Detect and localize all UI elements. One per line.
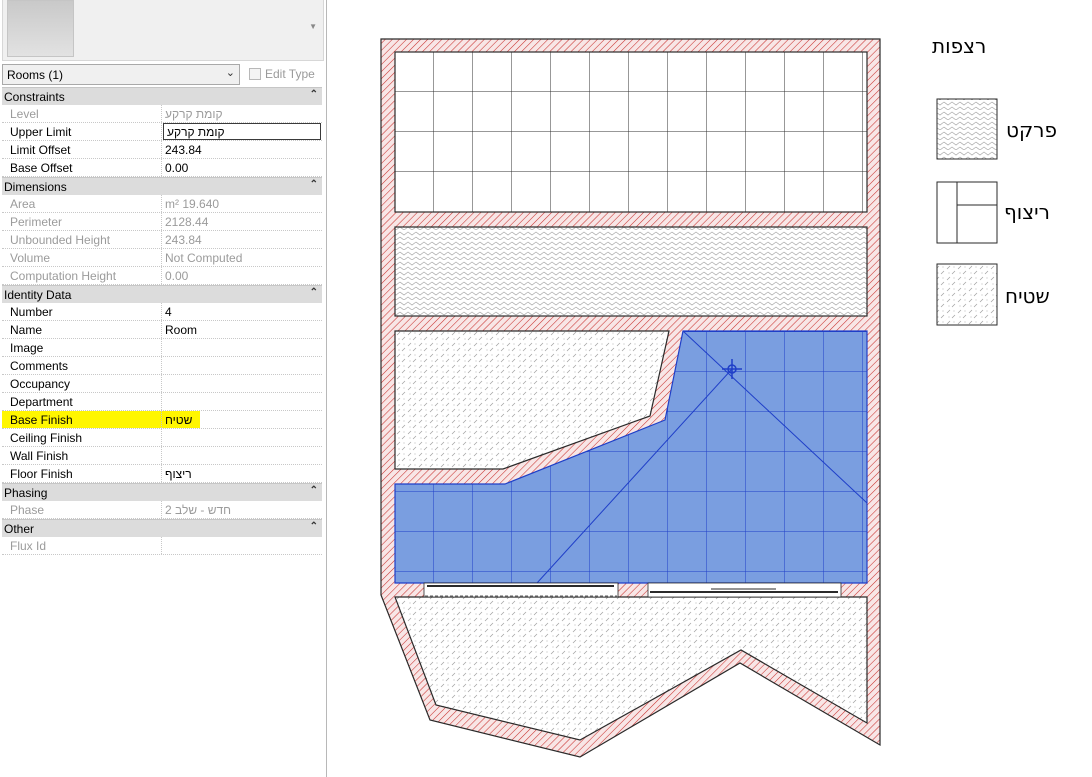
room-parquet <box>394 226 868 317</box>
legend-label-parquet: פרקט <box>1006 118 1057 142</box>
legend-title: רצפות <box>932 34 987 58</box>
door-opening <box>647 582 842 598</box>
drawing-canvas <box>0 0 1092 777</box>
room-tiles-top <box>394 51 868 213</box>
legend-label-tiles: ריצוף <box>1004 200 1050 224</box>
legend-swatch-carpet <box>936 263 998 326</box>
legend-swatch-parquet <box>936 98 998 160</box>
legend-label-carpet: שטיח <box>1005 284 1050 308</box>
plan-view[interactable] <box>0 0 1092 777</box>
legend-swatch-tiles <box>936 181 998 244</box>
